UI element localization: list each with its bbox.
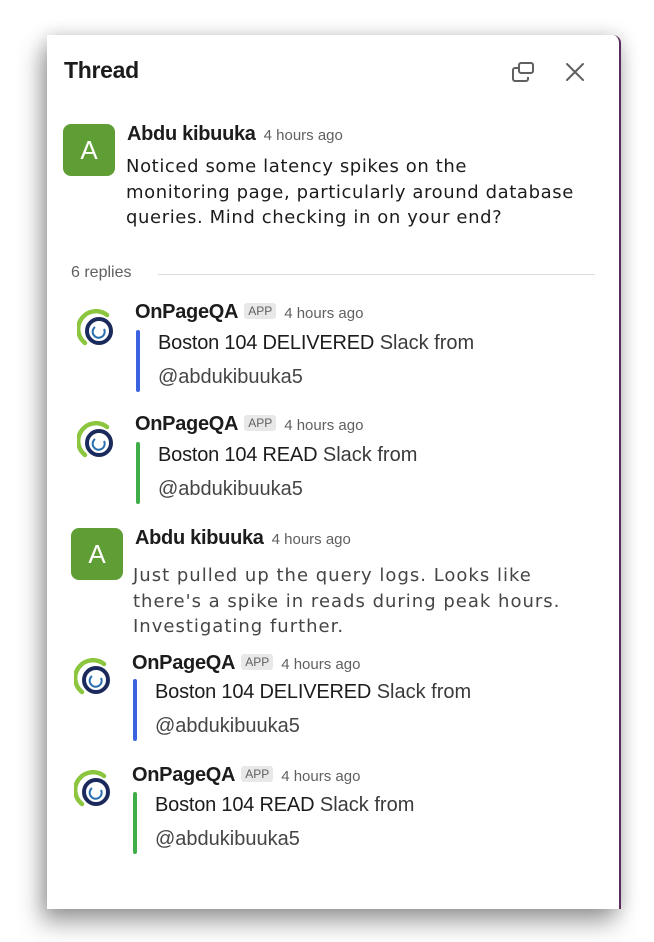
onpageqa-logo-icon [77, 421, 113, 458]
author-name[interactable]: Abdu kibuuka [135, 527, 264, 550]
onpageqa-logo-icon [77, 309, 113, 346]
mention[interactable]: @abdukibuuka5 [155, 715, 300, 738]
thread-panel: Thread A Abdu kibuuka 4 hours ago Notice… [47, 35, 621, 909]
attachment-bar [136, 442, 140, 504]
close-icon [566, 63, 584, 81]
timestamp[interactable]: 4 hours ago [284, 305, 363, 322]
app-avatar[interactable] [73, 417, 123, 467]
attachment-bar [133, 679, 137, 741]
mention[interactable]: @abdukibuuka5 [158, 478, 303, 501]
onpageqa-logo-icon [74, 770, 110, 807]
app-avatar[interactable] [73, 305, 123, 355]
timestamp[interactable]: 4 hours ago [281, 768, 360, 785]
message-text: Just pulled up the query logs. Looks lik… [133, 565, 561, 637]
thread-header: Thread [47, 35, 619, 105]
app-badge: APP [244, 303, 277, 319]
mention[interactable]: @abdukibuuka5 [155, 828, 300, 851]
timestamp[interactable]: 4 hours ago [284, 417, 363, 434]
author-name[interactable]: OnPageQA [132, 652, 235, 675]
author-name[interactable]: OnPageQA [135, 413, 238, 436]
attachment-bar [133, 792, 137, 854]
timestamp[interactable]: 4 hours ago [272, 531, 351, 548]
thread-title: Thread [64, 57, 139, 83]
divider-line [158, 274, 595, 275]
attachment-bar [136, 330, 140, 392]
onpageqa-logo-icon [74, 658, 110, 695]
popout-window-icon [512, 62, 534, 82]
author-name[interactable]: OnPageQA [132, 764, 235, 787]
app-badge: APP [241, 766, 274, 782]
author-name[interactable]: OnPageQA [135, 301, 238, 324]
author-name[interactable]: Abdu kibuuka [127, 123, 256, 146]
timestamp[interactable]: 4 hours ago [281, 656, 360, 673]
app-avatar[interactable] [70, 654, 120, 704]
app-avatar[interactable] [70, 766, 120, 816]
avatar[interactable]: A [71, 528, 123, 580]
close-button[interactable] [560, 57, 590, 87]
timestamp[interactable]: 4 hours ago [264, 127, 343, 144]
app-badge: APP [244, 415, 277, 431]
avatar[interactable]: A [63, 124, 115, 176]
replies-divider: 6 replies [71, 264, 595, 284]
app-badge: APP [241, 654, 274, 670]
popout-button[interactable] [509, 57, 539, 87]
message-text: Noticed some latency spikes on the monit… [126, 156, 574, 228]
mention[interactable]: @abdukibuuka5 [158, 366, 303, 389]
replies-count: 6 replies [71, 264, 132, 281]
